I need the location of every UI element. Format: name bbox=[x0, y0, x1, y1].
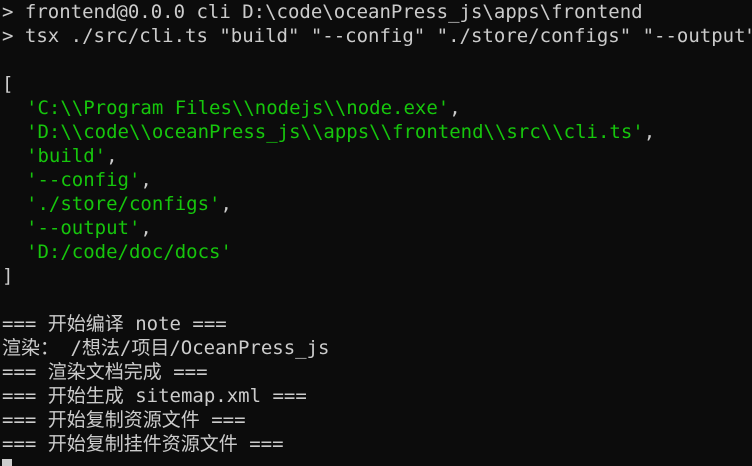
array-item: 'C:\\Program Files\\nodejs\\node.exe', bbox=[2, 96, 461, 120]
terminal-window[interactable]: > frontend@0.0.0 cli D:\code\oceanPress_… bbox=[0, 0, 752, 466]
log-line: 渲染： /想法/项目/OceanPress_js bbox=[2, 337, 330, 359]
array-item: 'D:/code/doc/docs' bbox=[2, 240, 232, 264]
text-cursor bbox=[2, 459, 12, 466]
npm-script-line: > frontend@0.0.0 cli D:\code\oceanPress_… bbox=[2, 1, 643, 23]
log-line: === 开始生成 sitemap.xml === bbox=[2, 385, 307, 407]
log-line: === 渲染文档完成 === bbox=[2, 361, 208, 383]
log-line: === 开始复制挂件资源文件 === bbox=[2, 433, 284, 455]
array-item: 'D:\\code\\oceanPress_js\\apps\\frontend… bbox=[2, 120, 655, 144]
array-item-separator: , bbox=[220, 193, 232, 215]
array-item: '--config', bbox=[2, 168, 152, 192]
array-item: './store/configs', bbox=[2, 192, 232, 216]
array-item-separator: , bbox=[140, 169, 152, 191]
array-item: '--output', bbox=[2, 216, 152, 240]
array-item-string: '--output' bbox=[26, 217, 141, 239]
array-item-separator: , bbox=[449, 97, 461, 119]
array-item-separator: , bbox=[643, 121, 656, 143]
array-item-string: 'build' bbox=[26, 145, 107, 167]
array-close-bracket: ] bbox=[2, 265, 14, 287]
array-item: 'build', bbox=[2, 144, 118, 168]
array-item-separator: , bbox=[140, 217, 152, 239]
array-item-string: 'D:/code/doc/docs' bbox=[26, 241, 232, 263]
array-item-string: 'C:\\Program Files\\nodejs\\node.exe' bbox=[26, 97, 450, 119]
array-open-bracket: [ bbox=[2, 73, 14, 95]
array-item-separator: , bbox=[106, 145, 118, 167]
log-line: === 开始复制资源文件 === bbox=[2, 409, 246, 431]
array-item-string: '--config' bbox=[26, 169, 141, 191]
log-line: === 开始编译 note === bbox=[2, 313, 227, 335]
array-item-string: './store/configs' bbox=[26, 193, 221, 215]
array-item-string: 'D:\\code\\oceanPress_js\\apps\\frontend… bbox=[26, 121, 644, 143]
npm-command-line: > tsx ./src/cli.ts "build" "--config" ".… bbox=[2, 25, 752, 47]
